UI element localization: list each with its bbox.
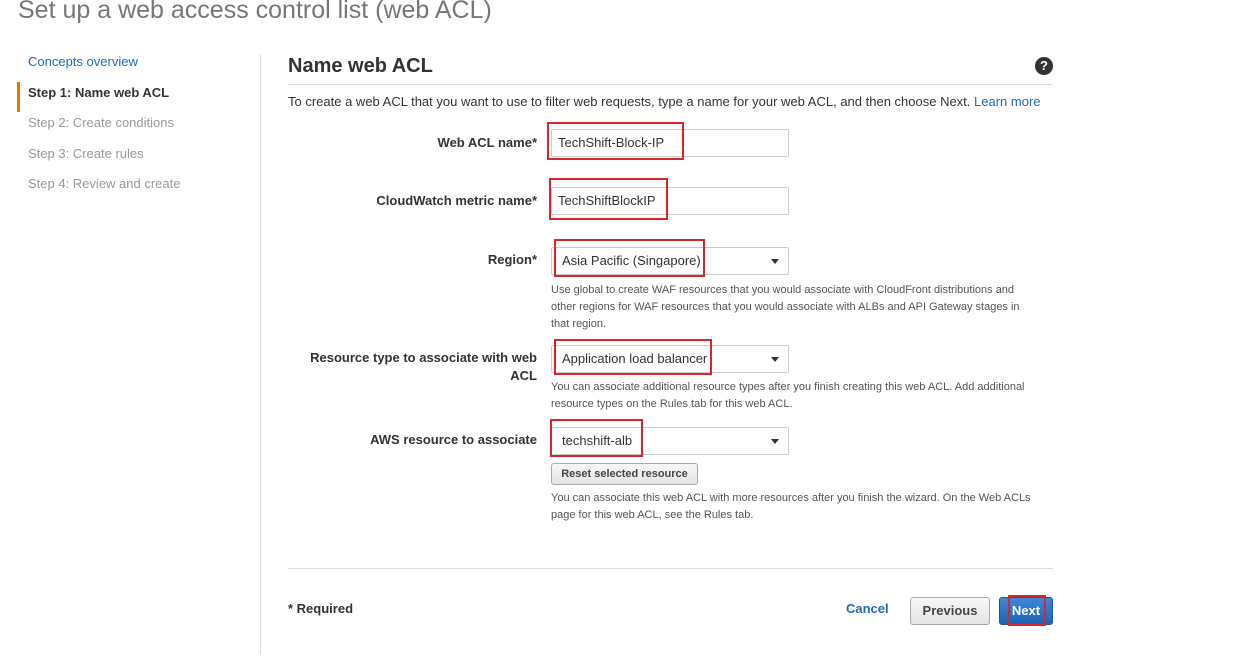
region-select-value: Asia Pacific (Singapore) — [562, 253, 701, 268]
aws-resource-select-value: techshift-alb — [562, 433, 633, 448]
aws-resource-select[interactable]: techshift-alb — [551, 427, 789, 455]
sidebar-item-step-2: Step 2: Create conditions — [28, 115, 174, 130]
required-note: * Required — [288, 601, 354, 616]
previous-button[interactable]: Previous — [910, 597, 990, 625]
chevron-down-icon — [771, 439, 779, 444]
chevron-down-icon — [771, 357, 779, 362]
required-mark: * — [531, 193, 537, 208]
web-acl-name-label: Web ACL name* — [288, 134, 537, 152]
resource-type-label: Resource type to associate with web ACL — [310, 350, 537, 383]
sidebar-divider — [260, 54, 261, 654]
cancel-button[interactable]: Cancel — [846, 601, 889, 616]
web-acl-name-label-text: Web ACL name — [437, 135, 532, 150]
required-mark: * — [531, 135, 537, 150]
sidebar-item-step-3: Step 3: Create rules — [28, 145, 144, 161]
resource-type-hint: You can associate additional resource ty… — [551, 381, 1025, 410]
region-select[interactable]: Asia Pacific (Singapore) — [551, 247, 789, 275]
help-icon[interactable]: ? — [1035, 57, 1053, 75]
region-hint: Use global to create WAF resources that … — [551, 284, 1020, 330]
learn-more-link[interactable]: Learn more — [974, 94, 1040, 109]
cloudwatch-metric-label: CloudWatch metric name* — [288, 192, 537, 210]
web-acl-name-input[interactable]: TechShift-Block-IP — [551, 129, 789, 157]
cloudwatch-metric-input[interactable]: TechShiftBlockIP — [551, 187, 789, 215]
reset-selected-resource-button[interactable]: Reset selected resource — [551, 463, 698, 485]
region-label: Region* — [288, 251, 537, 269]
aws-resource-label: AWS resource to associate — [370, 432, 537, 447]
sidebar-item-step-4: Step 4: Review and create — [28, 176, 181, 191]
region-label-text: Region — [487, 252, 532, 267]
intro-description: To create a web ACL that you want to use… — [288, 94, 971, 109]
next-button[interactable]: Next — [999, 597, 1053, 625]
page-title: Set up a web access control list (web AC… — [18, 0, 492, 24]
chevron-down-icon — [771, 259, 779, 264]
footer-divider — [288, 568, 1053, 569]
resource-type-select-value: Application load balancer — [562, 351, 708, 366]
sidebar-item-step-1[interactable]: Step 1: Name web ACL — [17, 81, 247, 112]
required-mark: * — [531, 252, 537, 267]
title-divider — [288, 84, 1053, 85]
main-panel: Name web ACL ? To create a web ACL that … — [288, 52, 1053, 626]
cloudwatch-metric-label-text: CloudWatch metric name — [376, 193, 532, 208]
wizard-steps-sidebar: Concepts overview Step 1: Name web ACL S… — [17, 51, 247, 204]
aws-resource-hint: You can associate this web ACL with more… — [551, 492, 1031, 521]
sidebar-item-concepts-overview[interactable]: Concepts overview — [17, 51, 247, 82]
resource-type-select[interactable]: Application load balancer — [551, 345, 789, 373]
intro-text: To create a web ACL that you want to use… — [288, 94, 1041, 109]
section-title: Name web ACL — [288, 55, 433, 77]
